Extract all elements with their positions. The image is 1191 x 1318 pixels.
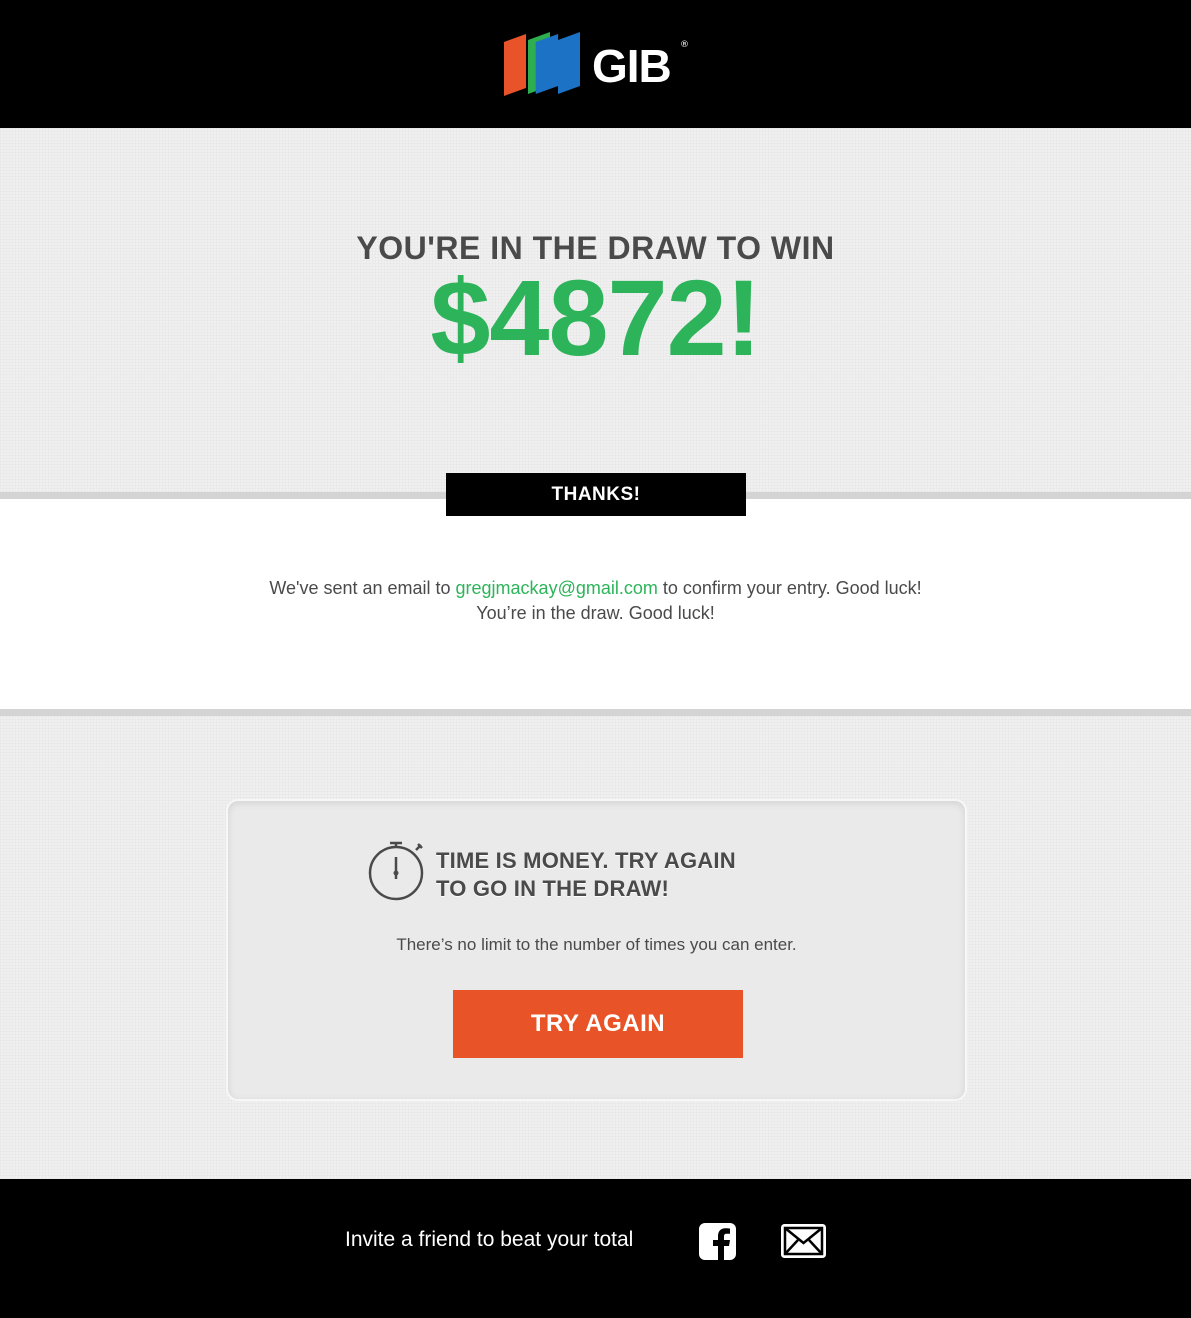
section-divider xyxy=(0,709,1191,716)
stopwatch-icon xyxy=(368,841,424,901)
logo-text: GIB xyxy=(592,40,672,92)
retry-title-line-2: TO GO IN THE DRAW! xyxy=(436,876,669,901)
facebook-icon[interactable] xyxy=(699,1223,736,1260)
confirmation-section: We've sent an email to gregjmackay@gmail… xyxy=(0,499,1191,709)
confirmation-suffix: to confirm your entry. Good luck! xyxy=(657,578,922,598)
retry-subtitle: There’s no limit to the number of times … xyxy=(396,935,797,954)
gib-logo[interactable]: GIB ® xyxy=(504,32,689,96)
mail-icon[interactable] xyxy=(780,1223,827,1259)
try-again-button[interactable]: TRY AGAIN xyxy=(453,990,743,1058)
header: GIB ® xyxy=(0,0,1191,128)
retry-card: TIME IS MONEY. TRY AGAIN TO GO IN THE DR… xyxy=(226,799,967,1101)
registered-mark: ® xyxy=(680,40,689,50)
retry-title-line-1: TIME IS MONEY. TRY AGAIN xyxy=(436,848,736,873)
logo-mark-icon xyxy=(504,32,580,96)
prize-amount: $4872! xyxy=(430,257,761,378)
retry-title: TIME IS MONEY. TRY AGAIN TO GO IN THE DR… xyxy=(436,847,816,903)
confirmation-line-1: We've sent an email to gregjmackay@gmail… xyxy=(0,576,1191,601)
hero-section: YOU'RE IN THE DRAW TO WIN $4872! xyxy=(0,128,1191,492)
confirmation-line-2: You’re in the draw. Good luck! xyxy=(476,603,715,623)
confirmation-message: We've sent an email to gregjmackay@gmail… xyxy=(0,576,1191,626)
confirmation-prefix: We've sent an email to xyxy=(269,578,456,598)
retry-section: TIME IS MONEY. TRY AGAIN TO GO IN THE DR… xyxy=(0,716,1191,1179)
invite-text: Invite a friend to beat your total xyxy=(345,1228,634,1251)
email-address[interactable]: gregjmackay@gmail.com xyxy=(456,578,658,598)
footer: Invite a friend to beat your total xyxy=(0,1179,1191,1318)
thanks-badge: THANKS! xyxy=(446,473,746,516)
